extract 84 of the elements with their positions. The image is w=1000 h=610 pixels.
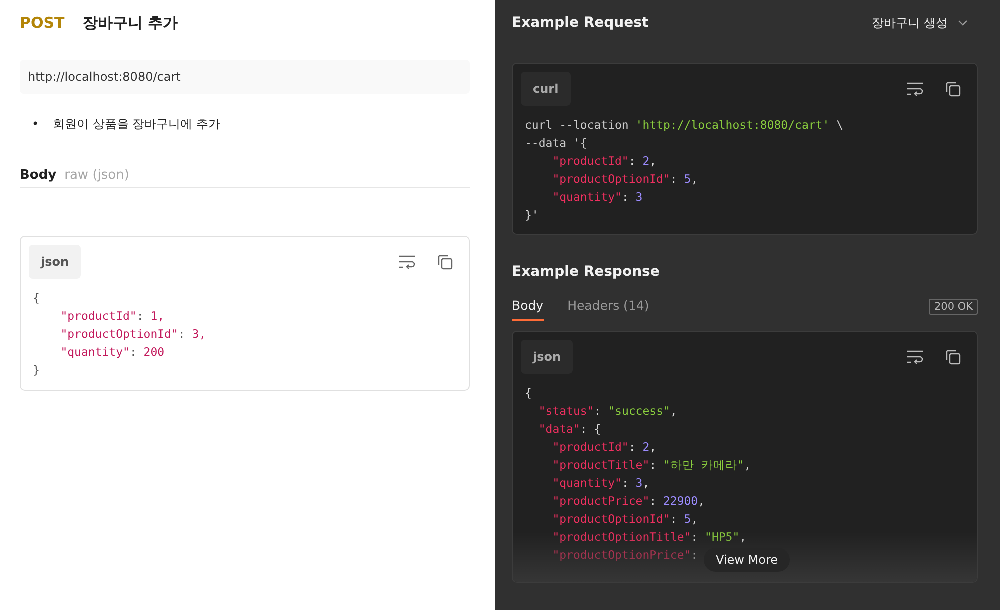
url-field: http://localhost:8080/cart [20, 60, 470, 94]
code-key: "productOptionId" [525, 512, 670, 526]
code-punctuation: : [628, 440, 637, 454]
body-label: Body [20, 168, 57, 183]
code-number: 5 [684, 512, 692, 526]
chevron-down-icon [958, 20, 968, 26]
code-key: "productOptionTitle" [525, 530, 692, 544]
language-label: json [29, 245, 82, 279]
code-key: "productId" [525, 440, 629, 454]
code-punctuation: : [670, 172, 678, 186]
code-punctuation: , [744, 458, 752, 472]
body-mode: raw (json) [64, 168, 130, 183]
description-item: 회원이 상품을 장바구니에 추가 [53, 116, 221, 132]
method-label: POST [20, 14, 65, 32]
code-punctuation: }' [525, 208, 539, 222]
copy-icon[interactable] [946, 82, 961, 96]
code-number: 5 [684, 172, 692, 186]
code-key: "productPrice" [525, 494, 650, 508]
code-punctuation: : [130, 345, 138, 359]
code-key: "productId" [525, 154, 629, 168]
code-text: \ [836, 118, 844, 132]
code-punctuation: : [650, 458, 658, 472]
code-punctuation: : [670, 512, 678, 526]
code-punctuation: : [650, 494, 658, 508]
response-tab[interactable]: Headers (14) [568, 298, 650, 321]
code-number: 1, [150, 309, 165, 323]
code-punctuation: , [698, 494, 706, 508]
code-punctuation: : [136, 309, 145, 323]
code-punctuation: , [670, 404, 678, 418]
code-punctuation: , [650, 440, 657, 454]
code-key: "status" [525, 404, 594, 418]
code-punctuation: : [622, 190, 630, 204]
code-punctuation: , [642, 476, 650, 490]
request-title: 장바구니 추가 [82, 14, 178, 32]
code-key: "productOptionId" [33, 327, 178, 341]
code-text: --data '{ [525, 136, 588, 150]
code-number: 200 [144, 345, 165, 359]
code-punctuation: : [594, 404, 602, 418]
code-key: "productId" [33, 309, 137, 323]
code-key: "productOptionId" [525, 172, 670, 186]
code-punctuation: } [33, 363, 40, 377]
code-number: 3 [636, 476, 643, 490]
bullet-mark: • [32, 116, 40, 132]
code-number: 3 [636, 190, 643, 204]
language-label: curl [521, 72, 571, 106]
code-string: 'http://localhost:8080/cart' [636, 118, 830, 132]
code-string: "HP5" [705, 530, 740, 544]
code-punctuation: : [628, 154, 637, 168]
wrap-icon[interactable] [906, 350, 924, 364]
code-text: curl --location [525, 118, 630, 132]
code-punctuation: , [691, 172, 698, 186]
status-badge: 200 OK [929, 298, 978, 314]
code-punctuation: , [691, 512, 698, 526]
code-number: 2 [642, 154, 650, 168]
code-punctuation: { [525, 386, 532, 400]
code-punctuation: : [178, 327, 186, 341]
copy-icon[interactable] [438, 254, 453, 270]
code-key: "quantity" [525, 476, 622, 490]
code-key: "quantity" [33, 345, 130, 359]
example-dropdown[interactable]: 장바구니 생성 [872, 14, 978, 32]
view-more-button[interactable]: View More [704, 548, 790, 572]
code-string: "success" [608, 404, 670, 418]
code-punctuation: { [33, 291, 40, 305]
code-number: 3, [192, 327, 206, 341]
code-punctuation: : [622, 476, 630, 490]
code-key: "quantity" [525, 190, 622, 204]
wrap-icon[interactable] [906, 82, 924, 96]
code-punctuation: : [691, 548, 698, 562]
copy-icon[interactable] [946, 350, 961, 364]
wrap-icon[interactable] [398, 255, 416, 269]
section-title: Example Request [512, 15, 649, 31]
section-title: Example Response [512, 264, 660, 280]
code-key: "productTitle" [525, 458, 650, 472]
code-key: "data" [525, 422, 580, 436]
code-string: "하만 카메라" [663, 458, 744, 472]
language-label: json [521, 340, 574, 374]
code-key: "productOptionPrice" [525, 548, 692, 562]
code-punctuation: , [650, 154, 657, 168]
code-punctuation: : { [580, 422, 602, 436]
code-number: 22900 [663, 494, 698, 508]
response-tab[interactable]: Body [512, 298, 544, 321]
code-punctuation: : [691, 530, 700, 544]
code-punctuation: , [740, 530, 747, 544]
code-number: 2 [642, 440, 650, 454]
